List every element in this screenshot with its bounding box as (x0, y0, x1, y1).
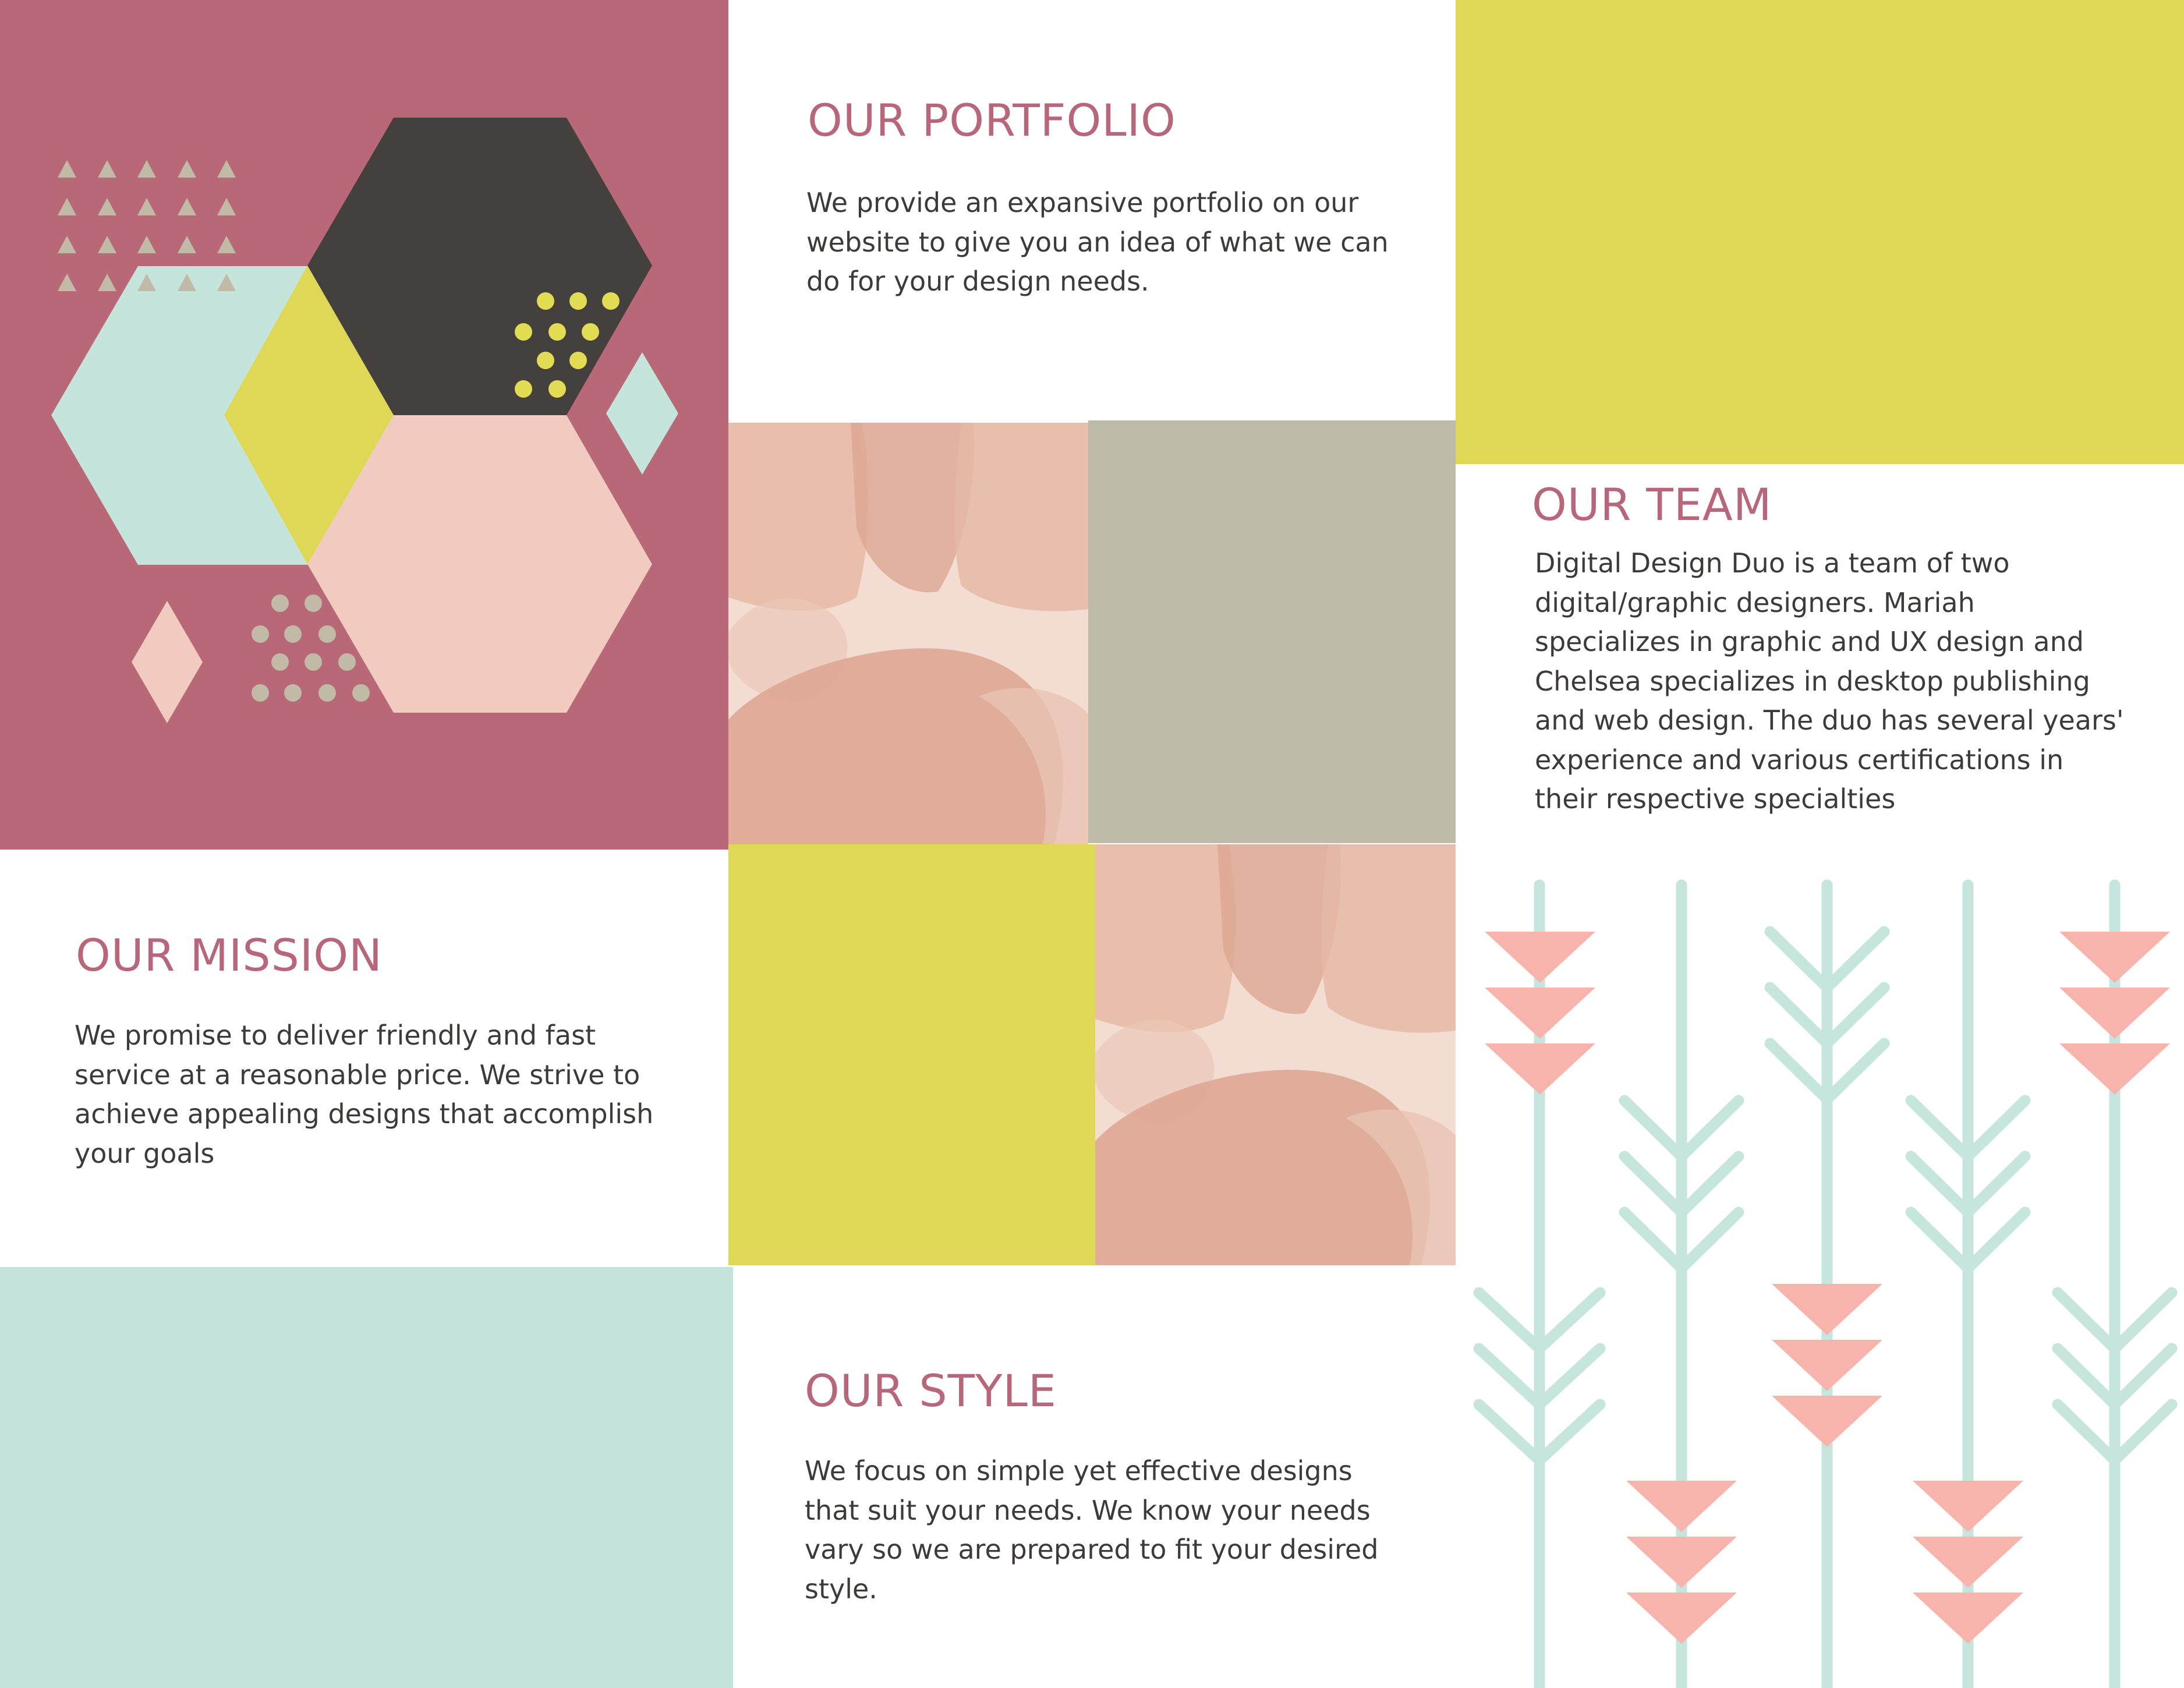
watercolor-texture-top (728, 423, 1088, 844)
style-line: that suit your needs. We know your needs (805, 1494, 1371, 1526)
watercolor-texture-bottom (1095, 844, 1456, 1265)
team-line: and web design. The duo has several year… (1535, 705, 2124, 736)
style-line: We focus on simple yet effective designs (805, 1455, 1353, 1487)
mint-block-bottom-left (0, 1267, 733, 1688)
mission-line: your goals (75, 1137, 215, 1169)
team-line: Digital Design Duo is a team of two (1535, 547, 2010, 579)
team-title: OUR TEAM (1532, 479, 1772, 530)
blush-small-diamond (132, 601, 203, 723)
style-line: vary so we are prepared to fit your desi… (805, 1534, 1379, 1565)
portfolio-title: OUR PORTFOLIO (808, 94, 1176, 146)
mission-text: We promise to deliver friendly and fast … (75, 1016, 653, 1173)
mission-line: We promise to deliver friendly and fast (75, 1020, 596, 1051)
lime-block-center (728, 844, 1095, 1265)
mission-title: OUR MISSION (76, 929, 383, 981)
style-text: We focus on simple yet effective designs… (805, 1452, 1378, 1609)
team-line: experience and various certifications in (1535, 744, 2064, 776)
portfolio-line: do for your design needs. (806, 266, 1149, 297)
team-line: their respective specialties (1535, 783, 1896, 815)
portfolio-text: We provide an expansive portfolio on our… (806, 183, 1389, 302)
arrow-pattern (1473, 879, 2178, 1688)
style-line: style. (805, 1573, 877, 1605)
portfolio-line: website to give you an idea of what we c… (806, 226, 1389, 258)
mint-small-diamond (606, 352, 678, 475)
team-line: specializes in graphic and UX design and (1535, 626, 2084, 657)
mission-line: service at a reasonable price. We strive… (75, 1059, 640, 1091)
team-text: Digital Design Duo is a team of two digi… (1535, 544, 2124, 819)
taupe-block (1088, 420, 1456, 843)
style-title: OUR STYLE (805, 1365, 1057, 1417)
mission-line: achieve appealing designs that accomplis… (75, 1098, 654, 1130)
team-line: digital/graphic designers. Mariah (1535, 586, 1975, 618)
lime-block-top-right (1456, 0, 2184, 464)
team-line: Chelsea specializes in desktop publishin… (1535, 665, 2090, 697)
portfolio-line: We provide an expansive portfolio on our (806, 187, 1359, 218)
hexagon-illustration (51, 118, 678, 723)
